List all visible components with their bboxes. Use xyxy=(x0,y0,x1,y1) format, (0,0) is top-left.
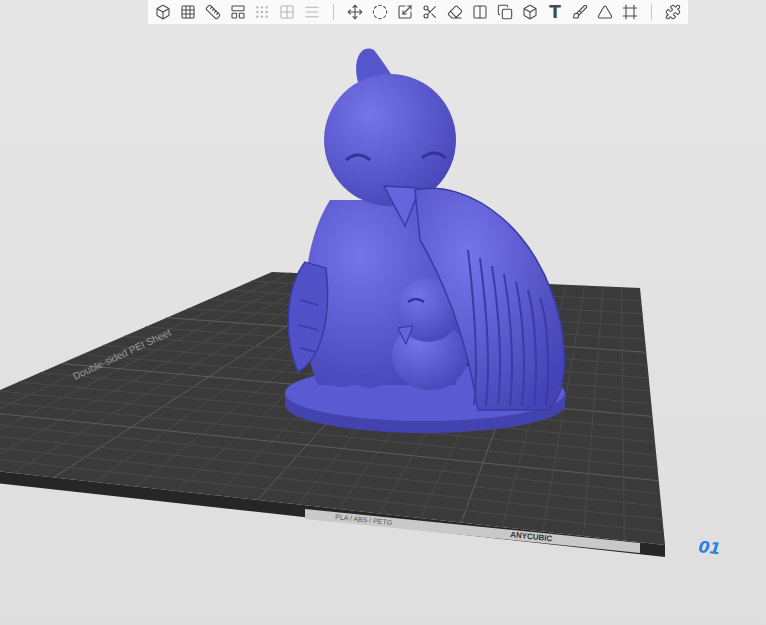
toolbar-group: T xyxy=(344,1,641,23)
toolbar-group xyxy=(152,1,249,23)
toolbar-button[interactable] xyxy=(301,1,323,23)
toolbar-button[interactable] xyxy=(369,1,391,23)
toolbar-button[interactable] xyxy=(152,1,174,23)
arrange-icon xyxy=(254,4,270,20)
toolbar-group xyxy=(662,1,684,23)
ruler-icon xyxy=(205,4,221,20)
scene[interactable]: Double-sided PEI Sheet PLA / ABS / PETG AN… xyxy=(0,24,766,625)
toolbar-button[interactable] xyxy=(494,1,516,23)
toolbar-button[interactable] xyxy=(619,1,641,23)
box-icon xyxy=(522,4,538,20)
cut-icon xyxy=(422,4,438,20)
toolbar-button[interactable]: T xyxy=(544,1,566,23)
triangle-icon xyxy=(597,4,613,20)
toolbar-button[interactable] xyxy=(251,1,273,23)
panel-icon xyxy=(230,4,246,20)
cube-icon xyxy=(155,4,171,20)
viewport[interactable]: Double-sided PEI Sheet PLA / ABS / PETG AN… xyxy=(0,24,766,625)
split-icon xyxy=(472,4,488,20)
copy-icon xyxy=(497,4,513,20)
bird-model[interactable] xyxy=(285,49,565,433)
toolbar-button[interactable] xyxy=(344,1,366,23)
tiles-icon xyxy=(279,4,295,20)
scale-icon xyxy=(397,4,413,20)
toolbar-button[interactable] xyxy=(569,1,591,23)
toolbar-button[interactable] xyxy=(177,1,199,23)
toolbar-group xyxy=(251,1,323,23)
toolbar-button[interactable] xyxy=(227,1,249,23)
rotate-icon xyxy=(372,4,388,20)
toolbar-button[interactable] xyxy=(276,1,298,23)
toolbar-button[interactable] xyxy=(202,1,224,23)
toolbar-button[interactable] xyxy=(594,1,616,23)
brand-label: ANYCUBIC xyxy=(510,530,553,543)
toolbar-button[interactable] xyxy=(419,1,441,23)
toolbar-button[interactable] xyxy=(662,1,684,23)
lines-icon xyxy=(304,4,320,20)
slicer-app: T Double-sided PEI Sheet PLA / ABS / PETG A… xyxy=(0,0,766,625)
move-icon xyxy=(347,4,363,20)
toolbar-button[interactable] xyxy=(469,1,491,23)
material-label: PLA / ABS / PETG xyxy=(335,513,393,526)
erase-icon xyxy=(447,4,463,20)
puzzle-icon xyxy=(665,4,681,20)
grid-icon xyxy=(180,4,196,20)
toolbar-separator xyxy=(333,4,334,20)
frame-icon xyxy=(622,4,638,20)
toolbar-separator xyxy=(651,4,652,20)
toolbar-button[interactable] xyxy=(444,1,466,23)
plate-number: 01 xyxy=(698,537,722,558)
toolbar-button[interactable] xyxy=(519,1,541,23)
toolbar: T xyxy=(148,0,688,24)
brush-icon xyxy=(572,4,588,20)
toolbar-row: T xyxy=(0,0,766,24)
toolbar-button[interactable] xyxy=(394,1,416,23)
bed-label-strip xyxy=(305,509,640,553)
sheet-label: Double-sided PEI Sheet xyxy=(71,327,173,382)
